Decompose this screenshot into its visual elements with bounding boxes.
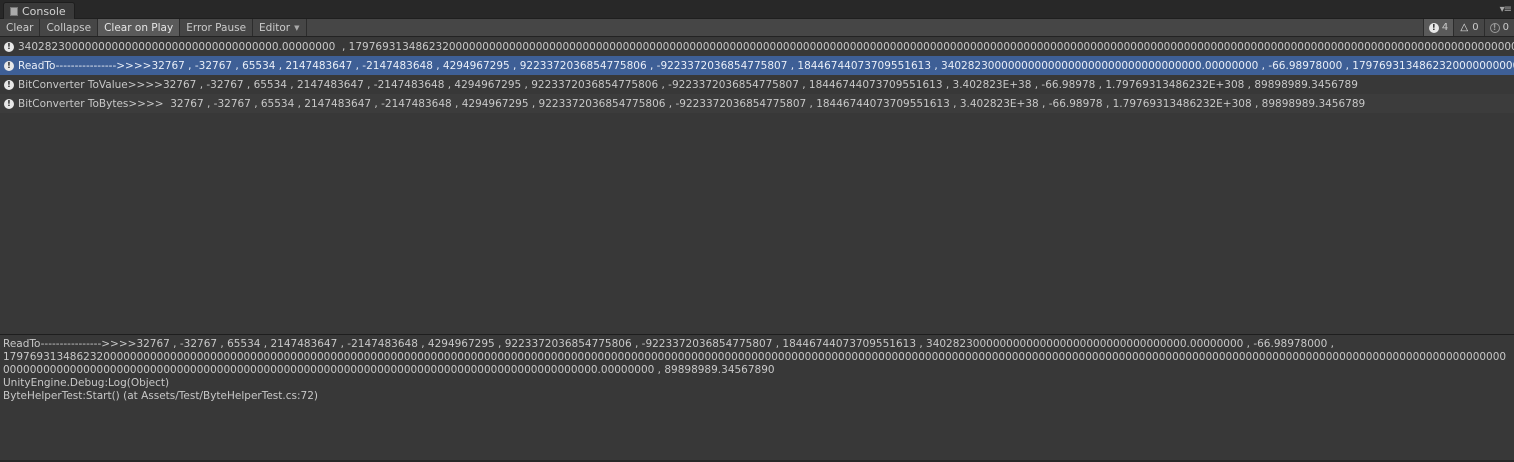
log-row-text: ReadTo---------------->>>>32767 , -32767…: [18, 59, 1514, 72]
info-icon: !: [4, 60, 14, 71]
error-count: 0: [1502, 22, 1509, 33]
log-row-selected[interactable]: ! ReadTo---------------->>>>32767 , -327…: [0, 56, 1514, 75]
info-count: 4: [1441, 22, 1449, 33]
detail-line: 0000000000000000000000000000000000000000…: [3, 364, 775, 376]
log-row[interactable]: ! 34028230000000000000000000000000000000…: [0, 37, 1514, 56]
warning-filter-toggle[interactable]: △ 0: [1453, 19, 1483, 36]
detail-line: UnityEngine.Debug:Log(Object): [3, 377, 170, 389]
info-filter-toggle[interactable]: ! 4: [1422, 19, 1454, 36]
chevron-down-icon: ▼: [294, 23, 300, 32]
info-icon: !: [4, 41, 14, 52]
warning-count: 0: [1472, 22, 1479, 33]
log-row-text: BitConverter ToBytes>>>> 32767 , -32767 …: [18, 97, 1366, 110]
stack-trace-link[interactable]: ByteHelperTest:Start() (at Assets/Test/B…: [3, 390, 1511, 403]
info-icon: !: [4, 79, 14, 90]
detail-line: ReadTo---------------->>>>32767 , -32767…: [3, 338, 1334, 350]
log-row-text: BitConverter ToValue>>>>32767 , -32767 ,…: [18, 78, 1358, 91]
log-row[interactable]: ! BitConverter ToValue>>>>32767 , -32767…: [0, 75, 1514, 94]
info-icon: !: [4, 98, 14, 109]
error-icon: !: [1489, 22, 1500, 33]
collapse-button[interactable]: Collapse: [40, 19, 99, 36]
error-pause-toggle[interactable]: Error Pause: [180, 19, 254, 36]
log-row[interactable]: ! BitConverter ToBytes>>>> 32767 , -3276…: [0, 94, 1514, 113]
editor-dropdown[interactable]: Editor ▼: [253, 19, 307, 36]
window-menu-icon[interactable]: ▾≡: [1500, 4, 1512, 15]
console-icon: [10, 6, 18, 16]
warning-icon: △: [1460, 22, 1469, 33]
tab-console-label: Console: [22, 4, 66, 18]
log-list[interactable]: ! 34028230000000000000000000000000000000…: [0, 37, 1514, 333]
clear-button[interactable]: Clear: [0, 19, 41, 36]
detail-panel: ReadTo---------------->>>>32767 , -32767…: [0, 335, 1514, 460]
tab-bar: Console ▾≡: [0, 0, 1514, 19]
console-toolbar: Clear Collapse Clear on Play Error Pause…: [0, 19, 1514, 37]
error-filter-toggle[interactable]: ! 0: [1483, 19, 1514, 36]
clear-on-play-toggle[interactable]: Clear on Play: [98, 19, 181, 36]
tab-console[interactable]: Console: [3, 2, 75, 19]
editor-dropdown-label: Editor: [259, 21, 291, 34]
info-icon: !: [1428, 22, 1439, 33]
detail-line: 1797693134862320000000000000000000000000…: [3, 351, 1507, 363]
log-row-text: 340282300000000000000000000000000000000.…: [18, 40, 1514, 53]
